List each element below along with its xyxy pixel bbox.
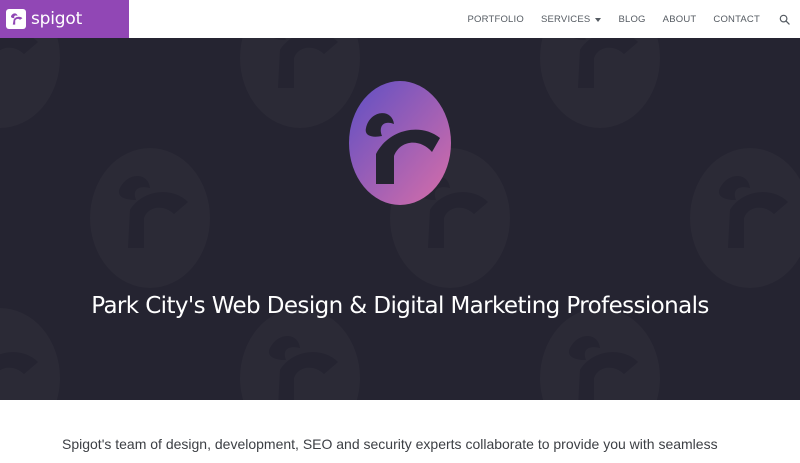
intro-paragraph: Spigot's team of design, development, SE… <box>62 436 718 463</box>
hero-banner: Park City's Web Design & Digital Marketi… <box>0 38 800 400</box>
brand-logo[interactable]: spigot <box>0 0 129 38</box>
nav-contact[interactable]: CONTACT <box>713 14 760 25</box>
search-icon[interactable] <box>777 12 791 26</box>
nav-services-label: SERVICES <box>540 13 591 25</box>
nav-blog-label: BLOG <box>618 13 646 25</box>
brand-name: spigot <box>31 9 83 29</box>
nav-portfolio[interactable]: PORTFOLIO <box>467 14 524 25</box>
nav-about-label: ABOUT <box>662 13 697 25</box>
nav-contact-label: CONTACT <box>713 13 760 25</box>
main-nav: PORTFOLIO SERVICES BLOG ABOUT CONTACT <box>467 0 800 38</box>
hero-title: Park City's Web Design & Digital Marketi… <box>91 293 709 319</box>
nav-blog[interactable]: BLOG <box>618 14 645 25</box>
nav-services[interactable]: SERVICES <box>540 13 602 25</box>
caret-down-icon <box>595 17 602 22</box>
spigot-logo-icon <box>6 9 26 29</box>
site-header: spigot PORTFOLIO SERVICES BLOG ABOUT CON… <box>0 0 800 38</box>
nav-portfolio-label: PORTFOLIO <box>467 13 524 25</box>
spigot-emblem-icon <box>349 81 451 205</box>
nav-about[interactable]: ABOUT <box>663 14 697 25</box>
